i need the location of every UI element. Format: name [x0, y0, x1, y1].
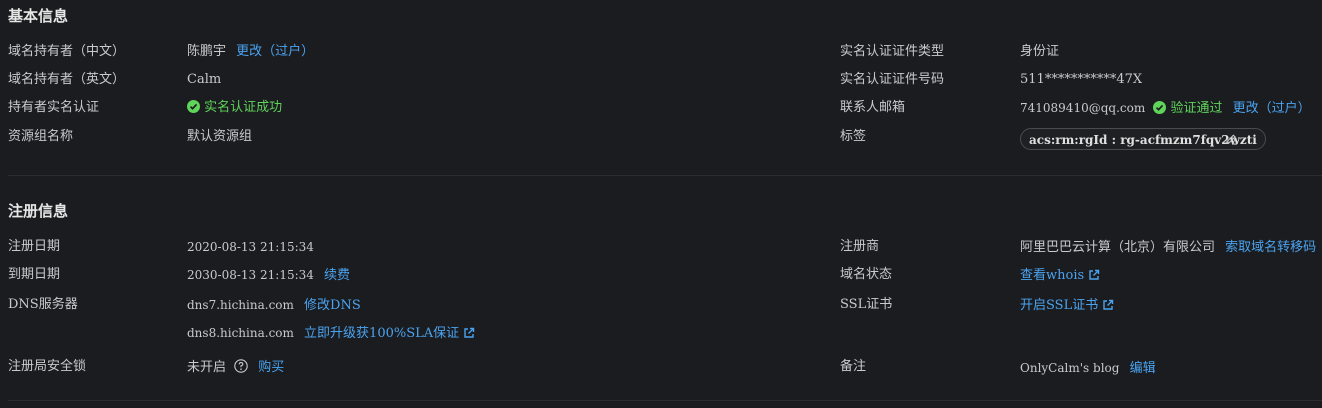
owner-cn-row: 陈鹏宇 更改（过户）	[187, 44, 314, 60]
dns1-row: dns7.hichina.com 修改DNS	[187, 297, 361, 314]
email-row: 741089410@qq.com 验证通过 更改（过户）	[1020, 100, 1311, 117]
owner-cn-label: 域名持有者（中文）	[8, 44, 126, 59]
section-divider	[8, 400, 1322, 401]
tags-label: 标签	[840, 129, 867, 144]
registrar-value: 阿里巴巴云计算（北京）有限公司	[1020, 240, 1216, 255]
edit-icon[interactable]	[1225, 132, 1238, 145]
external-link-icon	[1089, 269, 1100, 280]
cert-no-value: 511***********47X	[1020, 72, 1143, 87]
remark-row: OnlyCalm's blog 编辑	[1020, 360, 1156, 377]
modify-dns-link[interactable]: 修改DNS	[304, 298, 361, 313]
check-circle-icon	[1153, 101, 1167, 114]
email-status: 验证通过	[1153, 101, 1226, 116]
sla-upgrade-link[interactable]: 立即升级获100%SLA保证	[304, 326, 475, 341]
remark-value: OnlyCalm's blog	[1020, 361, 1120, 375]
sla-upgrade-text: 立即升级获100%SLA保证	[304, 326, 460, 341]
resource-group-value: 默认资源组	[187, 129, 253, 144]
domain-status-label: 域名状态	[840, 267, 893, 282]
realname-status-text: 实名认证成功	[204, 100, 283, 115]
buy-lock-link[interactable]: 购买	[258, 360, 284, 375]
whois-link[interactable]: 查看whois	[1020, 268, 1100, 284]
cert-type-value: 身份证	[1020, 44, 1060, 59]
dns-label: DNS服务器	[8, 297, 78, 312]
basic-info-title: 基本信息	[8, 7, 69, 25]
registrar-label: 注册商	[840, 239, 880, 254]
external-link-icon	[1103, 299, 1114, 310]
reg-date-label: 注册日期	[8, 239, 61, 254]
ssl-link[interactable]: 开启SSL证书	[1020, 298, 1114, 314]
cert-type-label: 实名认证证件类型	[840, 44, 945, 59]
owner-en-value: Calm	[187, 72, 222, 87]
exp-date-label: 到期日期	[8, 267, 61, 282]
remark-edit-link[interactable]: 编辑	[1130, 361, 1156, 376]
owner-cn-change-link[interactable]: 更改（过户）	[236, 44, 314, 59]
help-icon[interactable]	[234, 359, 248, 373]
exp-date-row: 2030-08-13 21:15:34 续费	[187, 267, 350, 284]
whois-link-text: 查看whois	[1020, 268, 1085, 283]
dns2-value: dns8.hichina.com	[187, 326, 294, 340]
owner-en-label: 域名持有者（英文）	[8, 72, 126, 87]
lock-row: 未开启 购买	[187, 359, 284, 376]
email-status-text: 验证通过	[1170, 101, 1223, 116]
ssl-label: SSL证书	[840, 297, 893, 312]
section-divider	[8, 175, 1322, 176]
exp-date-value: 2030-08-13 21:15:34	[187, 268, 314, 282]
email-value: 741089410@qq.com	[1020, 101, 1146, 115]
email-change-link[interactable]: 更改（过户）	[1233, 101, 1311, 116]
realname-status: 实名认证成功	[187, 100, 282, 116]
reg-date-value: 2020-08-13 21:15:34	[187, 240, 314, 254]
external-link-icon	[464, 327, 475, 338]
transfer-code-link[interactable]: 索取域名转移码	[1225, 240, 1316, 255]
lock-value: 未开启	[187, 360, 227, 375]
resource-group-label: 资源组名称	[8, 129, 74, 144]
check-circle-icon	[187, 100, 200, 113]
owner-cn-value: 陈鹏宇	[187, 44, 227, 59]
ssl-link-text: 开启SSL证书	[1020, 298, 1099, 313]
dns1-value: dns7.hichina.com	[187, 298, 294, 312]
registrar-row: 阿里巴巴云计算（北京）有限公司 索取域名转移码	[1020, 239, 1322, 256]
realname-label: 持有者实名认证	[8, 100, 100, 115]
cert-no-label: 实名认证证件号码	[840, 72, 945, 87]
dns2-row: dns8.hichina.com 立即升级获100%SLA保证	[187, 325, 475, 342]
lock-label: 注册局安全锁	[8, 359, 87, 374]
remark-label: 备注	[840, 359, 867, 374]
renew-link[interactable]: 续费	[324, 268, 350, 283]
register-info-title: 注册信息	[8, 202, 69, 220]
email-label: 联系人邮箱	[840, 100, 906, 115]
